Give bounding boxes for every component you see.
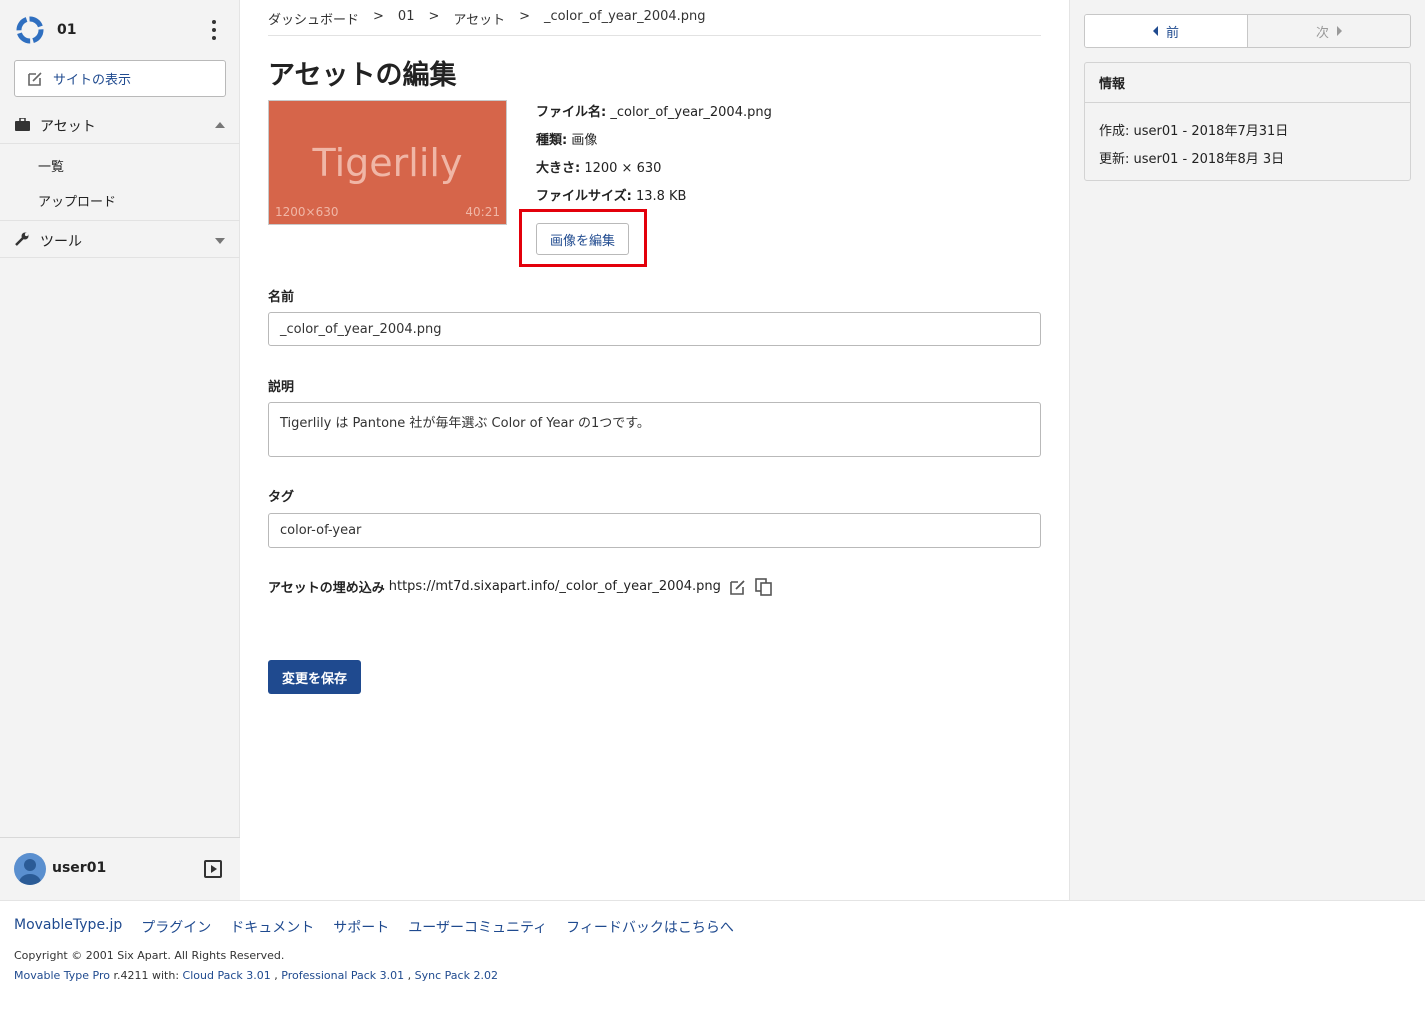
breadcrumb-site[interactable]: 01 bbox=[398, 9, 415, 35]
edit-image-button[interactable]: 画像を編集 bbox=[536, 223, 629, 255]
site-header: 01 bbox=[0, 0, 240, 60]
footer-link-support[interactable]: サポート bbox=[333, 917, 389, 937]
avatar[interactable] bbox=[14, 853, 46, 885]
info-created: 作成: user01 - 2018年7月31日 bbox=[1099, 124, 1289, 139]
breadcrumb-current: _color_of_year_2004.png bbox=[544, 9, 706, 24]
version-info: Movable Type Pro r.4211 with: Cloud Pack… bbox=[14, 969, 498, 982]
view-site-label: サイトの表示 bbox=[53, 73, 132, 88]
embed-label: アセットの埋め込み bbox=[268, 581, 385, 596]
user-name[interactable]: user01 bbox=[52, 860, 106, 876]
chevron-down-icon bbox=[215, 238, 225, 244]
wrench-icon bbox=[15, 232, 29, 250]
footer-link-community[interactable]: ユーザーコミュニティ bbox=[408, 917, 547, 937]
description-label: 説明 bbox=[268, 380, 295, 395]
footer-link-feedback[interactable]: フィードバックはこちらへ bbox=[566, 917, 734, 937]
version-text: r.4211 with: bbox=[110, 969, 183, 982]
sidebar: 01 サイトの表示 アセット 一覧 アップロード ツール user01 bbox=[0, 0, 240, 900]
tags-input[interactable]: color-of-year bbox=[268, 513, 1041, 548]
meta-type-value: 画像 bbox=[571, 133, 598, 148]
meta-filesize-label: ファイルサイズ: bbox=[536, 189, 632, 204]
panel-toggle-icon[interactable] bbox=[204, 860, 222, 878]
external-edit-icon bbox=[28, 71, 42, 86]
version-product-link[interactable]: Movable Type Pro bbox=[14, 969, 110, 982]
chevron-right-icon bbox=[1337, 26, 1342, 36]
cloud-pack-link[interactable]: Cloud Pack 3.01 bbox=[183, 969, 271, 982]
meta-size-label: 大きさ: bbox=[536, 161, 581, 176]
name-label: 名前 bbox=[268, 290, 295, 305]
save-changes-button[interactable]: 変更を保存 bbox=[268, 660, 361, 694]
meta-filesize: ファイルサイズ: 13.8 KB bbox=[536, 185, 686, 204]
info-box: 情報 作成: user01 - 2018年7月31日 更新: user01 - … bbox=[1084, 62, 1411, 181]
footer-links: MovableType.jp プラグイン ドキュメント サポート ユーザーコミュ… bbox=[14, 917, 734, 937]
professional-pack-link[interactable]: Professional Pack 3.01 bbox=[281, 969, 404, 982]
briefcase-icon bbox=[15, 117, 30, 135]
right-panel: 前 次 情報 作成: user01 - 2018年7月31日 更新: user0… bbox=[1069, 0, 1425, 900]
previous-button[interactable]: 前 bbox=[1085, 15, 1248, 47]
movable-type-logo-icon[interactable] bbox=[15, 15, 45, 45]
chevron-up-icon bbox=[215, 122, 225, 128]
footer-link-documents[interactable]: ドキュメント bbox=[230, 917, 314, 937]
sidebar-item-tools[interactable]: ツール bbox=[0, 220, 240, 258]
next-button[interactable]: 次 bbox=[1248, 15, 1410, 47]
info-title: 情報 bbox=[1085, 63, 1410, 103]
breadcrumb-separator: > bbox=[519, 9, 531, 24]
footer: MovableType.jp プラグイン ドキュメント サポート ユーザーコミュ… bbox=[0, 900, 1425, 1017]
sidebar-item-assets[interactable]: アセット bbox=[0, 106, 240, 144]
description-textarea[interactable]: Tigerlily は Pantone 社が毎年選ぶ Color of Year… bbox=[268, 402, 1041, 457]
breadcrumb-assets[interactable]: アセット bbox=[453, 9, 505, 35]
meta-type: 種類: 画像 bbox=[536, 129, 597, 148]
asset-thumbnail: Tigerlily 1200×630 40:21 bbox=[268, 100, 507, 225]
breadcrumb: ダッシュボード > 01 > アセット > _color_of_year_200… bbox=[268, 9, 1041, 36]
meta-size-value: 1200 × 630 bbox=[584, 161, 662, 176]
meta-filename-label: ファイル名: bbox=[536, 105, 607, 120]
meta-size: 大きさ: 1200 × 630 bbox=[536, 157, 661, 176]
sync-pack-link[interactable]: Sync Pack 2.02 bbox=[415, 969, 498, 982]
pack-separator: , bbox=[270, 969, 282, 982]
view-site-button[interactable]: サイトの表示 bbox=[14, 60, 226, 97]
embed-url: https://mt7d.sixapart.info/_color_of_yea… bbox=[388, 579, 721, 594]
meta-filesize-value: 13.8 KB bbox=[635, 189, 687, 204]
copy-icon[interactable] bbox=[755, 577, 773, 596]
sidebar-item-assets-label: アセット bbox=[40, 119, 96, 135]
previous-label: 前 bbox=[1165, 25, 1179, 41]
thumbnail-word: Tigerlily bbox=[312, 141, 463, 185]
pager: 前 次 bbox=[1084, 14, 1411, 48]
breadcrumb-dashboard[interactable]: ダッシュボード bbox=[268, 9, 359, 35]
edit-icon[interactable] bbox=[729, 578, 747, 596]
page-title: アセットの編集 bbox=[268, 60, 457, 91]
meta-filename: ファイル名: _color_of_year_2004.png bbox=[536, 101, 772, 120]
next-label: 次 bbox=[1315, 25, 1329, 41]
info-updated: 更新: user01 - 2018年8月 3日 bbox=[1099, 152, 1285, 167]
tags-label: タグ bbox=[268, 490, 295, 505]
site-menu-kebab-icon[interactable] bbox=[206, 20, 222, 40]
meta-filename-value: _color_of_year_2004.png bbox=[610, 105, 772, 120]
sidebar-item-asset-list[interactable]: 一覧 bbox=[38, 156, 64, 175]
name-input[interactable]: _color_of_year_2004.png bbox=[268, 312, 1041, 346]
copyright: Copyright © 2001 Six Apart. All Rights R… bbox=[14, 949, 285, 962]
footer-link-plugins[interactable]: プラグイン bbox=[141, 917, 211, 937]
breadcrumb-separator: > bbox=[428, 9, 440, 24]
embed-row: アセットの埋め込み https://mt7d.sixapart.info/_co… bbox=[268, 577, 773, 596]
breadcrumb-separator: > bbox=[373, 9, 384, 24]
main-content: ダッシュボード > 01 > アセット > _color_of_year_200… bbox=[240, 0, 1069, 900]
chevron-left-icon bbox=[1152, 26, 1158, 36]
pack-separator: , bbox=[404, 969, 415, 982]
thumbnail-dimensions: 1200×630 bbox=[275, 205, 339, 219]
footer-link-movabletype[interactable]: MovableType.jp bbox=[14, 917, 122, 937]
sidebar-item-tools-label: ツール bbox=[40, 234, 82, 250]
meta-type-label: 種類: bbox=[536, 133, 568, 148]
sidebar-item-upload[interactable]: アップロード bbox=[38, 191, 116, 210]
site-name[interactable]: 01 bbox=[57, 22, 76, 38]
user-bar: user01 bbox=[0, 837, 240, 900]
thumbnail-ratio: 40:21 bbox=[465, 205, 500, 219]
